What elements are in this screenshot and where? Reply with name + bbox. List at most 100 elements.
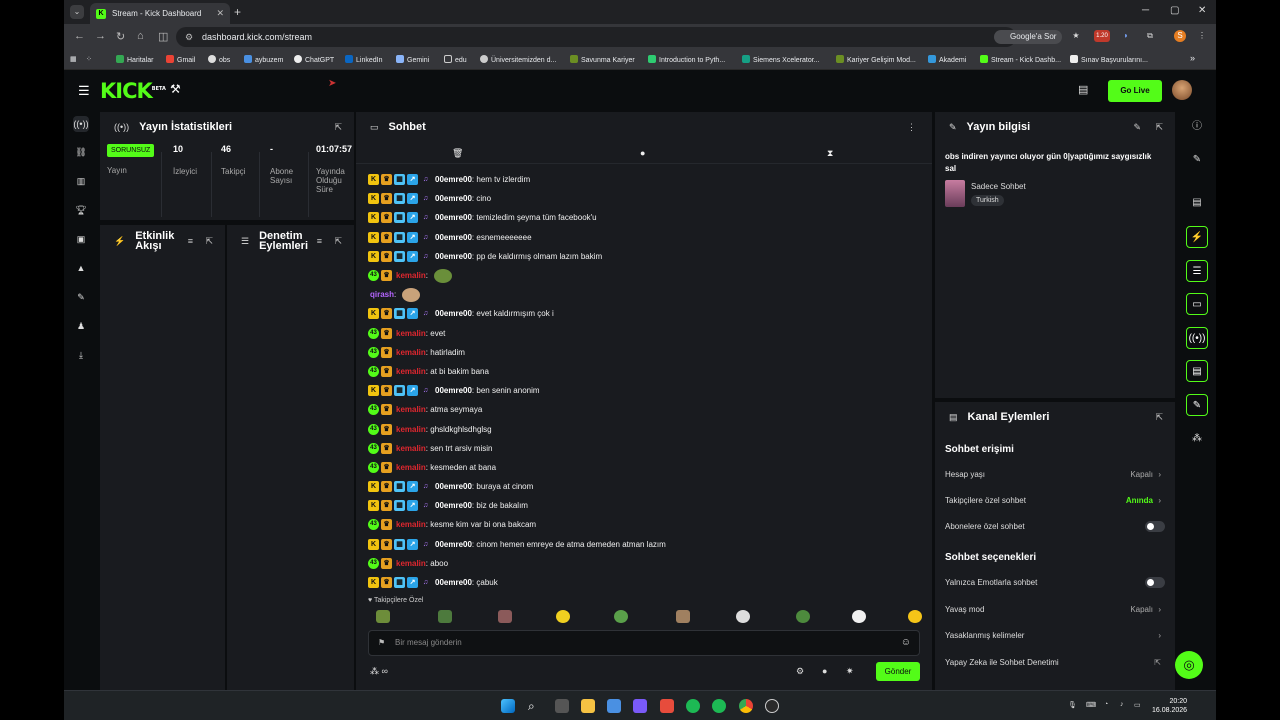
bookmark-item[interactable]: ChatGPT <box>294 55 334 64</box>
chat-icon[interactable]: ▭ <box>1186 293 1208 315</box>
popout-icon[interactable]: ⇱ <box>205 236 213 247</box>
chat-username[interactable]: kemalin <box>396 405 426 414</box>
emote-only-toggle[interactable] <box>1145 576 1165 588</box>
bookmark-item[interactable]: LinkedIn <box>345 55 382 64</box>
bookmark-item[interactable]: Siemens Xcelerator... <box>742 55 820 64</box>
popout-icon[interactable]: ⇱ <box>334 236 342 247</box>
chat-message-input[interactable]: ⚑ Bir mesaj gönderin ☺ <box>368 630 920 656</box>
bookmark-item[interactable]: Stream - Kick Dashb... <box>980 55 1061 64</box>
bookmark-star-icon[interactable]: ★ <box>1070 30 1082 42</box>
windows-start-icon[interactable] <box>501 699 515 713</box>
chat-bubble-icon[interactable]: ● <box>640 148 645 158</box>
people-icon[interactable]: ⁂ ∞ <box>370 666 388 677</box>
menu-icon[interactable]: ☰ <box>78 83 90 99</box>
stream-icon[interactable]: ((•)) <box>73 116 89 132</box>
split-view-icon[interactable]: ◫ <box>158 30 168 43</box>
url-field[interactable]: ⚙ dashboard.kick.com/stream <box>176 27 1016 47</box>
profile-avatar-icon[interactable]: S <box>1174 30 1186 42</box>
chat-username[interactable]: 00emre00 <box>435 194 472 203</box>
settings-icon[interactable]: ⚙ <box>796 666 804 677</box>
spotify-icon[interactable] <box>712 699 726 713</box>
trophy-icon[interactable]: 🏆︎ <box>73 202 89 218</box>
chat-username[interactable]: 00emre00 <box>435 213 472 222</box>
popout-icon[interactable]: ⇱ <box>1155 122 1163 133</box>
keyboard-icon[interactable]: ⌨ <box>1086 701 1096 709</box>
tab-search-icon[interactable]: ⌄ <box>70 5 84 19</box>
emote[interactable] <box>376 610 390 623</box>
battery-icon[interactable]: ▭ <box>1134 701 1141 709</box>
download-icon[interactable]: ⤓ <box>73 347 89 363</box>
broadcast-icon[interactable]: ((•)) <box>1186 327 1208 349</box>
bookmark-item[interactable]: Gemini <box>396 55 429 64</box>
chat-username[interactable]: kemalin <box>396 348 426 357</box>
close-window-icon[interactable]: ✕ <box>1198 5 1206 16</box>
emote[interactable] <box>852 610 866 623</box>
close-tab-icon[interactable]: ✕ <box>216 8 224 19</box>
chat-username[interactable]: kemalin <box>396 559 426 568</box>
popout-icon[interactable]: ⇱ <box>334 122 342 133</box>
chat-username[interactable]: kemalin <box>396 520 426 529</box>
emote[interactable] <box>736 610 750 623</box>
volume-icon[interactable]: ♪ <box>1120 701 1124 708</box>
emote[interactable] <box>614 610 628 623</box>
more-bookmarks-icon[interactable]: » <box>1190 53 1195 63</box>
new-tab-icon[interactable]: + <box>234 5 241 19</box>
link-icon[interactable]: ⛓ <box>73 144 89 160</box>
chrome-icon[interactable] <box>739 699 753 713</box>
info-icon[interactable]: ⓘ <box>1186 116 1208 138</box>
emote[interactable] <box>796 610 810 623</box>
search-icon[interactable]: ⌕ <box>528 699 542 713</box>
popout-icon[interactable]: ⇱ <box>1155 412 1163 423</box>
app-icon[interactable] <box>686 699 700 713</box>
browser-tab[interactable]: K Stream - Kick Dashboard ✕ <box>90 3 230 24</box>
bookmark-item[interactable]: aybuzem <box>244 55 283 64</box>
back-icon[interactable]: ← <box>74 30 85 42</box>
bookmark-item[interactable]: Sınav Başvurularını... <box>1070 55 1148 64</box>
app-icon[interactable] <box>633 699 647 713</box>
emoji-icon[interactable]: ☺ <box>901 631 911 655</box>
video-icon[interactable]: ▣ <box>73 231 89 247</box>
chat-username[interactable]: 00emre00 <box>435 540 472 549</box>
community-icon[interactable]: ♟ <box>73 318 89 334</box>
analytics-icon[interactable]: ▥ <box>73 173 89 189</box>
task-view-icon[interactable] <box>555 699 569 713</box>
minimize-icon[interactable]: ─ <box>1142 5 1149 16</box>
chat-username[interactable]: 00emre00 <box>435 482 472 491</box>
chart-icon[interactable]: ▲ <box>73 260 89 276</box>
apps-icon[interactable]: ▦ <box>70 55 77 63</box>
banned-words-row[interactable]: Yasaklanmış kelimeler › <box>945 625 1165 645</box>
chat-username[interactable]: qirash <box>370 290 394 299</box>
list-icon[interactable]: ☰ <box>1186 260 1208 282</box>
maximize-icon[interactable]: ▢ <box>1170 5 1179 16</box>
help-support-icon[interactable]: ◎ <box>1175 651 1203 679</box>
chat-username[interactable]: kemalin <box>396 367 426 376</box>
chat-username[interactable]: kemalin <box>396 444 426 453</box>
chat-settings-small-icon[interactable]: ⚑ <box>378 631 385 655</box>
trash-icon[interactable]: 🗑︎ <box>452 148 463 159</box>
obs-icon[interactable] <box>765 699 779 713</box>
category-thumbnail[interactable] <box>945 180 965 207</box>
mic-icon[interactable]: 🎙︎ <box>1068 701 1077 709</box>
shield-icon[interactable]: ▤ <box>1186 360 1208 382</box>
home-icon[interactable]: ⌂ <box>137 30 144 42</box>
emote[interactable] <box>676 610 690 623</box>
more-apps-icon[interactable]: ⁂ <box>1186 428 1208 450</box>
emote[interactable] <box>498 610 512 623</box>
chat-username[interactable]: kemalin <box>396 463 426 472</box>
filter-icon[interactable]: ≡ <box>317 236 322 246</box>
chat-username[interactable]: 00emre00 <box>435 252 472 261</box>
chat-username[interactable]: kemalin <box>396 329 426 338</box>
subs-chat-toggle[interactable] <box>1145 520 1165 532</box>
chat-menu-icon[interactable]: ⋮ <box>907 122 916 133</box>
bookmark-item[interactable]: Üniversitemizden d... <box>480 55 556 64</box>
chat-username[interactable]: 00emre00 <box>435 386 472 395</box>
extension-badge[interactable]: 1.20 <box>1094 30 1110 42</box>
store-icon[interactable] <box>607 699 621 713</box>
edit-icon[interactable]: ✎ <box>1133 122 1141 133</box>
bookmark-item[interactable]: Akademi <box>928 55 966 64</box>
account-age-row[interactable]: Hesap yaşı Kapalı › <box>945 464 1165 484</box>
chat-bubble-icon[interactable]: ● <box>822 666 827 676</box>
bookmark-item[interactable]: Gmail <box>166 55 195 64</box>
stream-manager-icon[interactable]: ▤ <box>1078 83 1088 96</box>
browser-menu-icon[interactable]: ⋮ <box>1196 30 1208 42</box>
